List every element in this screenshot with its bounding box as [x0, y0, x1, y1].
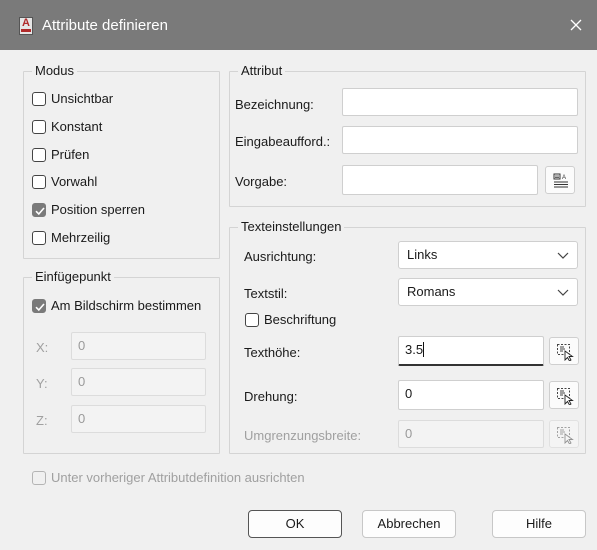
ok-button[interactable]: OK: [248, 510, 342, 538]
insert-field-icon: A: [553, 173, 568, 188]
bezeichnung-field[interactable]: [342, 88, 578, 116]
text-cursor: [423, 342, 425, 357]
konstant-label: Konstant: [51, 119, 103, 134]
checkmark-icon: [35, 303, 45, 312]
modus-legend: Modus: [32, 63, 78, 78]
chevron-down-icon: [557, 252, 569, 259]
drehung-pick-button[interactable]: [549, 381, 579, 409]
position-sperren-label: Position sperren: [51, 202, 145, 217]
texthoehe-pick-button[interactable]: [549, 337, 579, 365]
y-field[interactable]: 0: [71, 368, 206, 396]
close-button[interactable]: [563, 12, 589, 38]
umgrenzungsbreite-field[interactable]: 0: [398, 420, 544, 448]
eingabeaufford-field[interactable]: [342, 126, 578, 154]
x-label: X:: [36, 340, 49, 355]
insert-field-button[interactable]: A: [545, 166, 575, 194]
pick-point-icon: [557, 388, 574, 405]
texthoehe-label: Texthöhe:: [244, 345, 301, 360]
pruefen-label: Prüfen: [51, 147, 90, 162]
checkmark-icon: [35, 207, 45, 216]
chevron-down-icon: [557, 289, 569, 296]
beschriftung-checkbox[interactable]: [245, 313, 259, 327]
pick-point-icon: [557, 344, 574, 361]
align-previous-checkbox[interactable]: [32, 471, 46, 485]
svg-text:A: A: [562, 175, 566, 181]
textstil-dropdown[interactable]: Romans: [398, 278, 578, 306]
vorgabe-label: Vorgabe:: [235, 174, 288, 189]
texthoehe-value: 3.5: [405, 342, 424, 357]
einfuegepunkt-legend: Einfügepunkt: [32, 269, 114, 284]
z-label: Z:: [36, 413, 48, 428]
app-icon-letter: A: [22, 17, 30, 29]
ausrichtung-dropdown[interactable]: Links: [398, 241, 578, 269]
drehung-field[interactable]: 0: [398, 380, 544, 410]
ausrichtung-label: Ausrichtung:: [244, 249, 317, 264]
pruefen-checkbox[interactable]: [32, 148, 46, 162]
bezeichnung-label: Bezeichnung:: [235, 97, 314, 112]
title-bar: A Attribute definieren: [0, 0, 597, 50]
window-title: Attribute definieren: [42, 17, 168, 34]
cancel-button[interactable]: Abbrechen: [362, 510, 456, 538]
vorwahl-label: Vorwahl: [51, 174, 98, 189]
app-icon: A: [19, 17, 33, 35]
vorgabe-field[interactable]: [342, 165, 538, 195]
texthoehe-field[interactable]: 3.5: [398, 336, 544, 366]
mehrzeilig-checkbox[interactable]: [32, 231, 46, 245]
konstant-checkbox[interactable]: [32, 120, 46, 134]
textstil-label: Textstil:: [244, 286, 288, 301]
unsichtbar-checkbox[interactable]: [32, 92, 46, 106]
close-icon: [570, 19, 582, 31]
attribut-legend: Attribut: [238, 63, 286, 78]
mehrzeilig-label: Mehrzeilig: [51, 230, 111, 245]
pick-point-icon: [557, 427, 574, 444]
beschriftung-label: Beschriftung: [264, 312, 337, 327]
texteinstellungen-legend: Texteinstellungen: [238, 219, 345, 234]
help-button[interactable]: Hilfe: [492, 510, 586, 538]
position-sperren-checkbox[interactable]: [32, 203, 46, 217]
x-field[interactable]: 0: [71, 332, 206, 360]
umgrenzungsbreite-pick-button[interactable]: [549, 420, 579, 448]
umgrenzungsbreite-label: Umgrenzungsbreite:: [244, 428, 362, 443]
vorwahl-checkbox[interactable]: [32, 175, 46, 189]
ausrichtung-value: Links: [407, 247, 438, 262]
eingabeaufford-label: Eingabeaufford.:: [235, 134, 331, 149]
am-bildschirm-label: Am Bildschirm bestimmen: [51, 298, 202, 313]
am-bildschirm-checkbox[interactable]: [32, 299, 46, 313]
y-label: Y:: [36, 376, 48, 391]
unsichtbar-label: Unsichtbar: [51, 91, 114, 106]
align-previous-label: Unter vorheriger Attributdefinition ausr…: [51, 470, 305, 485]
textstil-value: Romans: [407, 284, 456, 299]
drehung-label: Drehung:: [244, 389, 298, 404]
z-field[interactable]: 0: [71, 405, 206, 433]
